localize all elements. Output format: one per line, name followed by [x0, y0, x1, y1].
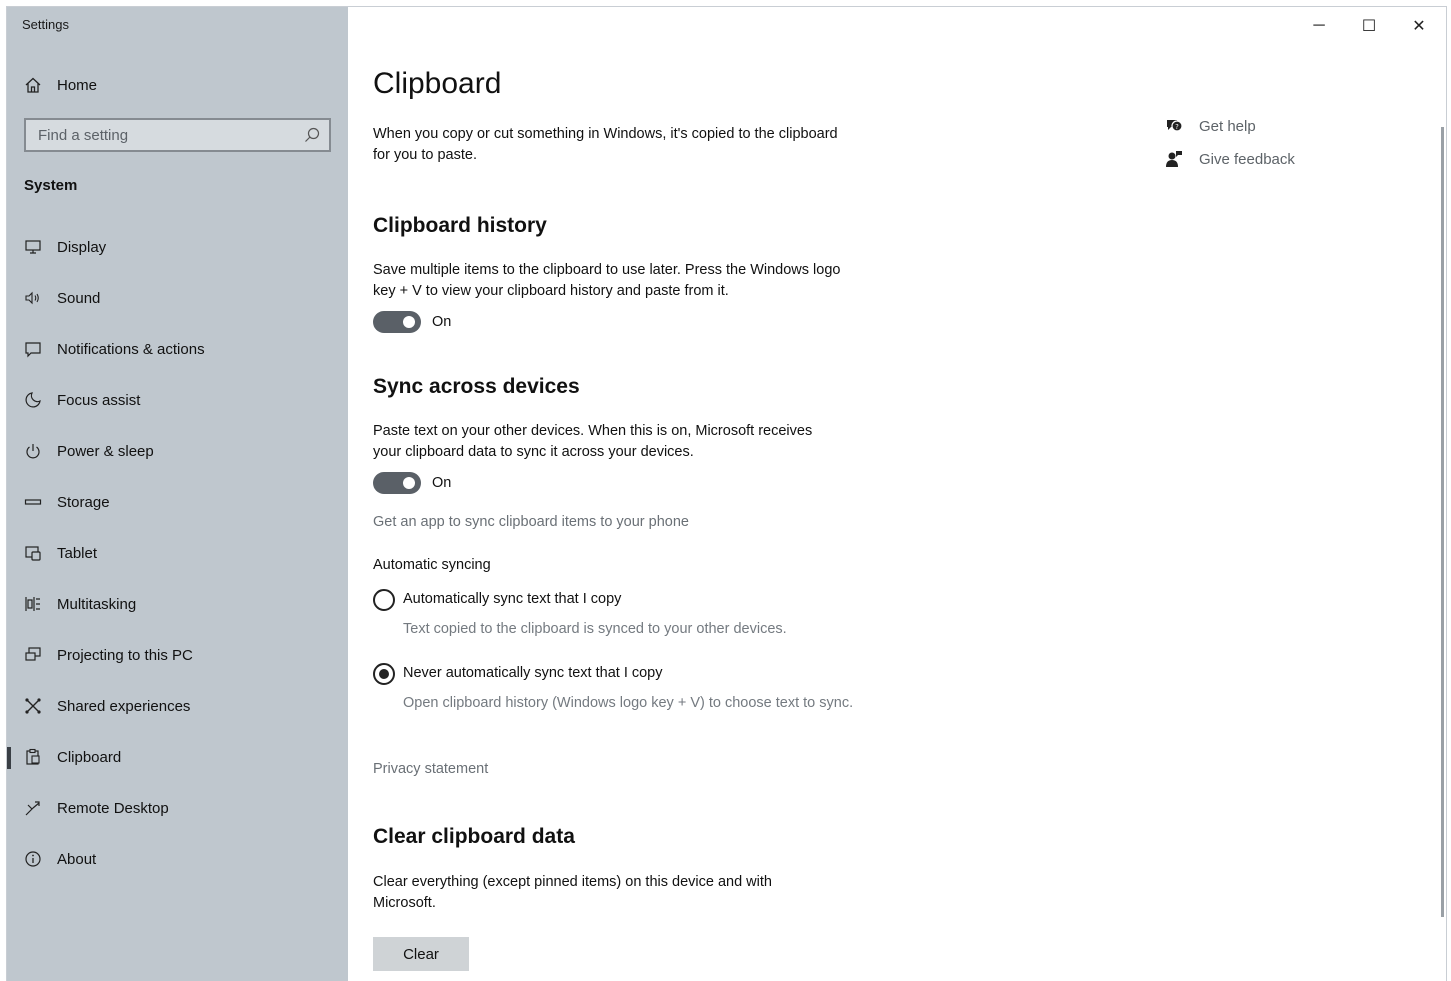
power-icon [23, 441, 43, 461]
sidebar-item-notifications[interactable]: Notifications & actions [7, 329, 348, 369]
maximize-button[interactable]: ☐ [1346, 15, 1392, 37]
never-sync-description: Open clipboard history (Windows logo key… [403, 695, 854, 711]
about-icon [23, 849, 43, 869]
automatic-syncing-heading: Automatic syncing [373, 557, 491, 573]
remote-desktop-icon [23, 798, 43, 818]
sidebar-item-label: Notifications & actions [57, 340, 205, 358]
sidebar-item-label: Shared experiences [57, 697, 191, 715]
multitasking-icon [23, 594, 43, 614]
selection-indicator [7, 747, 11, 769]
main-content: ─ ☐ ✕ Clipboard When you copy or cut som… [348, 7, 1446, 981]
sidebar-item-shared-experiences[interactable]: Shared experiences [7, 686, 348, 726]
sidebar-item-tablet[interactable]: Tablet [7, 533, 348, 573]
auto-sync-description: Text copied to the clipboard is synced t… [403, 621, 787, 637]
sidebar-item-label: Clipboard [57, 748, 122, 766]
svg-text:?: ? [1175, 123, 1179, 131]
search-placeholder: Find a setting [38, 127, 129, 144]
settings-window: Settings Home Find a setting System Disp… [6, 6, 1447, 981]
sidebar-item-clipboard[interactable]: Clipboard [7, 737, 348, 777]
clipboard-icon [23, 747, 43, 767]
sidebar: Settings Home Find a setting System Disp… [7, 7, 348, 981]
auto-sync-radio[interactable] [373, 589, 395, 611]
sidebar-item-label: Focus assist [57, 391, 141, 409]
sidebar-item-label: Multitasking [57, 595, 137, 613]
get-app-link[interactable]: Get an app to sync clipboard items to yo… [373, 514, 689, 530]
search-icon [303, 126, 321, 144]
get-help-label: Get help [1199, 117, 1256, 135]
sidebar-item-remote-desktop[interactable]: Remote Desktop [7, 788, 348, 828]
give-feedback-icon [1163, 148, 1185, 170]
get-help-link[interactable]: ? Get help [1163, 115, 1256, 137]
scrollbar[interactable] [1441, 127, 1444, 917]
sidebar-item-storage[interactable]: Storage [7, 482, 348, 522]
get-help-icon: ? [1163, 115, 1185, 137]
storage-icon [23, 492, 43, 512]
sidebar-item-label: Sound [57, 289, 101, 307]
tablet-icon [23, 543, 43, 563]
sync-description: Paste text on your other devices. When t… [373, 423, 813, 460]
page-title: Clipboard [373, 67, 502, 100]
clipboard-history-toggle-label: On [432, 314, 452, 330]
sidebar-item-projecting[interactable]: Projecting to this PC [7, 635, 348, 675]
toggle-knob [403, 477, 415, 489]
sound-icon [23, 288, 43, 308]
sync-heading: Sync across devices [373, 375, 580, 398]
sidebar-item-about[interactable]: About [7, 839, 348, 879]
section-title: System [24, 177, 78, 194]
clipboard-history-heading: Clipboard history [373, 214, 547, 237]
intro-text: When you copy or cut something in Window… [373, 126, 838, 163]
shared-experiences-icon [23, 696, 43, 716]
focus-assist-icon [23, 390, 43, 410]
sidebar-item-home[interactable]: Home [7, 65, 348, 105]
search-input[interactable]: Find a setting [24, 118, 331, 152]
auto-sync-label: Automatically sync text that I copy [403, 591, 622, 607]
sidebar-item-label: Display [57, 238, 107, 256]
sidebar-item-label: Storage [57, 493, 110, 511]
close-button[interactable]: ✕ [1396, 15, 1442, 37]
sync-toggle-label: On [432, 475, 452, 491]
sidebar-item-focus-assist[interactable]: Focus assist [7, 380, 348, 420]
clipboard-history-toggle[interactable] [373, 311, 421, 333]
sidebar-item-label: Tablet [57, 544, 98, 562]
notifications-icon [23, 339, 43, 359]
sidebar-item-display[interactable]: Display [7, 227, 348, 267]
toggle-knob [403, 316, 415, 328]
give-feedback-label: Give feedback [1199, 150, 1295, 168]
never-sync-radio[interactable] [373, 663, 395, 685]
sidebar-item-label: Power & sleep [57, 442, 154, 460]
sidebar-item-power-sleep[interactable]: Power & sleep [7, 431, 348, 471]
clear-heading: Clear clipboard data [373, 825, 575, 848]
clear-description: Clear everything (except pinned items) o… [373, 874, 772, 911]
minimize-button[interactable]: ─ [1296, 15, 1342, 37]
clipboard-history-description: Save multiple items to the clipboard to … [373, 262, 841, 299]
home-icon [23, 75, 43, 95]
display-icon [23, 237, 43, 257]
privacy-statement-link[interactable]: Privacy statement [373, 761, 488, 777]
sidebar-item-sound[interactable]: Sound [7, 278, 348, 318]
sidebar-item-label: Projecting to this PC [57, 646, 193, 664]
projecting-icon [23, 645, 43, 665]
sidebar-item-label: Home [57, 76, 98, 94]
sidebar-item-multitasking[interactable]: Multitasking [7, 584, 348, 624]
app-title: Settings [22, 17, 69, 32]
sidebar-item-label: Remote Desktop [57, 799, 169, 817]
give-feedback-link[interactable]: Give feedback [1163, 148, 1295, 170]
clear-button[interactable]: Clear [373, 937, 469, 971]
never-sync-label: Never automatically sync text that I cop… [403, 665, 663, 681]
sync-toggle[interactable] [373, 472, 421, 494]
sidebar-item-label: About [57, 850, 97, 868]
